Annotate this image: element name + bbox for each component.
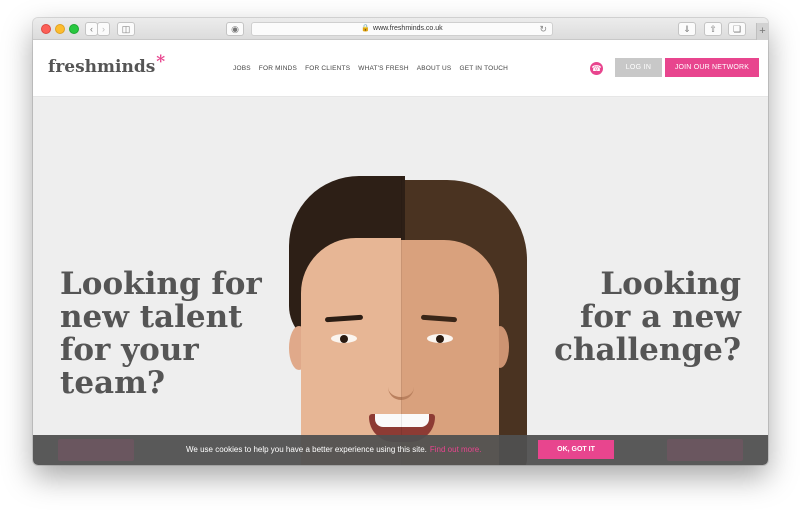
- forward-button[interactable]: ›: [97, 22, 110, 36]
- tabs-overview-icon[interactable]: ❏: [728, 22, 746, 36]
- minimize-window-button[interactable]: [55, 24, 65, 34]
- new-tab-icon[interactable]: +: [756, 23, 768, 40]
- sidebar-toggle-icon[interactable]: ◫: [117, 22, 135, 36]
- main-nav: JOBS FOR MINDS FOR CLIENTS WHAT'S FRESH …: [233, 65, 508, 72]
- join-network-button[interactable]: JOIN OUR NETWORK: [665, 58, 759, 77]
- hero-left-line: team?: [60, 365, 166, 401]
- hero-left-line: Looking for: [60, 266, 262, 302]
- hero-right-line: Looking: [600, 266, 741, 302]
- hero-left-line: new talent: [60, 299, 243, 335]
- hero-image: [285, 176, 545, 465]
- lock-icon: 🔒: [361, 25, 371, 32]
- nav-for-clients[interactable]: FOR CLIENTS: [305, 65, 350, 72]
- download-icon[interactable]: ⇓: [678, 22, 696, 36]
- logo-text: freshminds: [48, 57, 156, 77]
- hero-clients-headline[interactable]: Looking for new talent for your team?: [60, 268, 262, 400]
- address-bar[interactable]: 🔒 www.freshminds.co.uk ↻: [251, 22, 553, 36]
- cookie-banner: We use cookies to help you have a better…: [33, 435, 768, 465]
- logo[interactable]: freshminds*: [48, 52, 165, 77]
- phone-icon[interactable]: ☎: [590, 62, 603, 75]
- zoom-window-button[interactable]: [69, 24, 79, 34]
- nav-get-in-touch[interactable]: GET IN TOUCH: [459, 65, 508, 72]
- reload-icon[interactable]: ↻: [539, 23, 547, 35]
- browser-toolbar: ‹ › ◫ ◉ 🔒 www.freshminds.co.uk ↻ ⇓ ⇧ ❏ +: [33, 18, 768, 40]
- cookie-message: We use cookies to help you have a better…: [186, 445, 481, 454]
- nav-whats-fresh[interactable]: WHAT'S FRESH: [358, 65, 408, 72]
- browser-window: ‹ › ◫ ◉ 🔒 www.freshminds.co.uk ↻ ⇓ ⇧ ❏ + …: [33, 18, 768, 465]
- nav-about-us[interactable]: ABOUT US: [417, 65, 452, 72]
- hero-right-line: for a new: [580, 299, 741, 335]
- cookie-accept-button[interactable]: OK, GOT IT: [538, 440, 614, 459]
- hero-candidates-headline[interactable]: Looking for a new challenge?: [554, 268, 741, 367]
- cookie-find-out-more-link[interactable]: Find out more.: [430, 445, 482, 454]
- hidden-cta-right: [667, 439, 743, 461]
- url-text: www.freshminds.co.uk: [373, 25, 443, 32]
- nav-jobs[interactable]: JOBS: [233, 65, 251, 72]
- privacy-shield-icon[interactable]: ◉: [226, 22, 244, 36]
- site-header: freshminds* JOBS FOR MINDS FOR CLIENTS W…: [33, 40, 768, 97]
- share-icon[interactable]: ⇧: [704, 22, 722, 36]
- logo-asterisk: *: [156, 52, 166, 72]
- cookie-message-text: We use cookies to help you have a better…: [186, 445, 427, 454]
- hero-right-line: challenge?: [554, 332, 741, 368]
- hidden-cta-left: [58, 439, 134, 461]
- close-window-button[interactable]: [41, 24, 51, 34]
- hero-left-line: for your: [60, 332, 199, 368]
- hero-section: Looking for new talent for your team? Lo…: [33, 98, 768, 465]
- nav-for-minds[interactable]: FOR MINDS: [259, 65, 297, 72]
- login-button[interactable]: LOG IN: [615, 58, 662, 77]
